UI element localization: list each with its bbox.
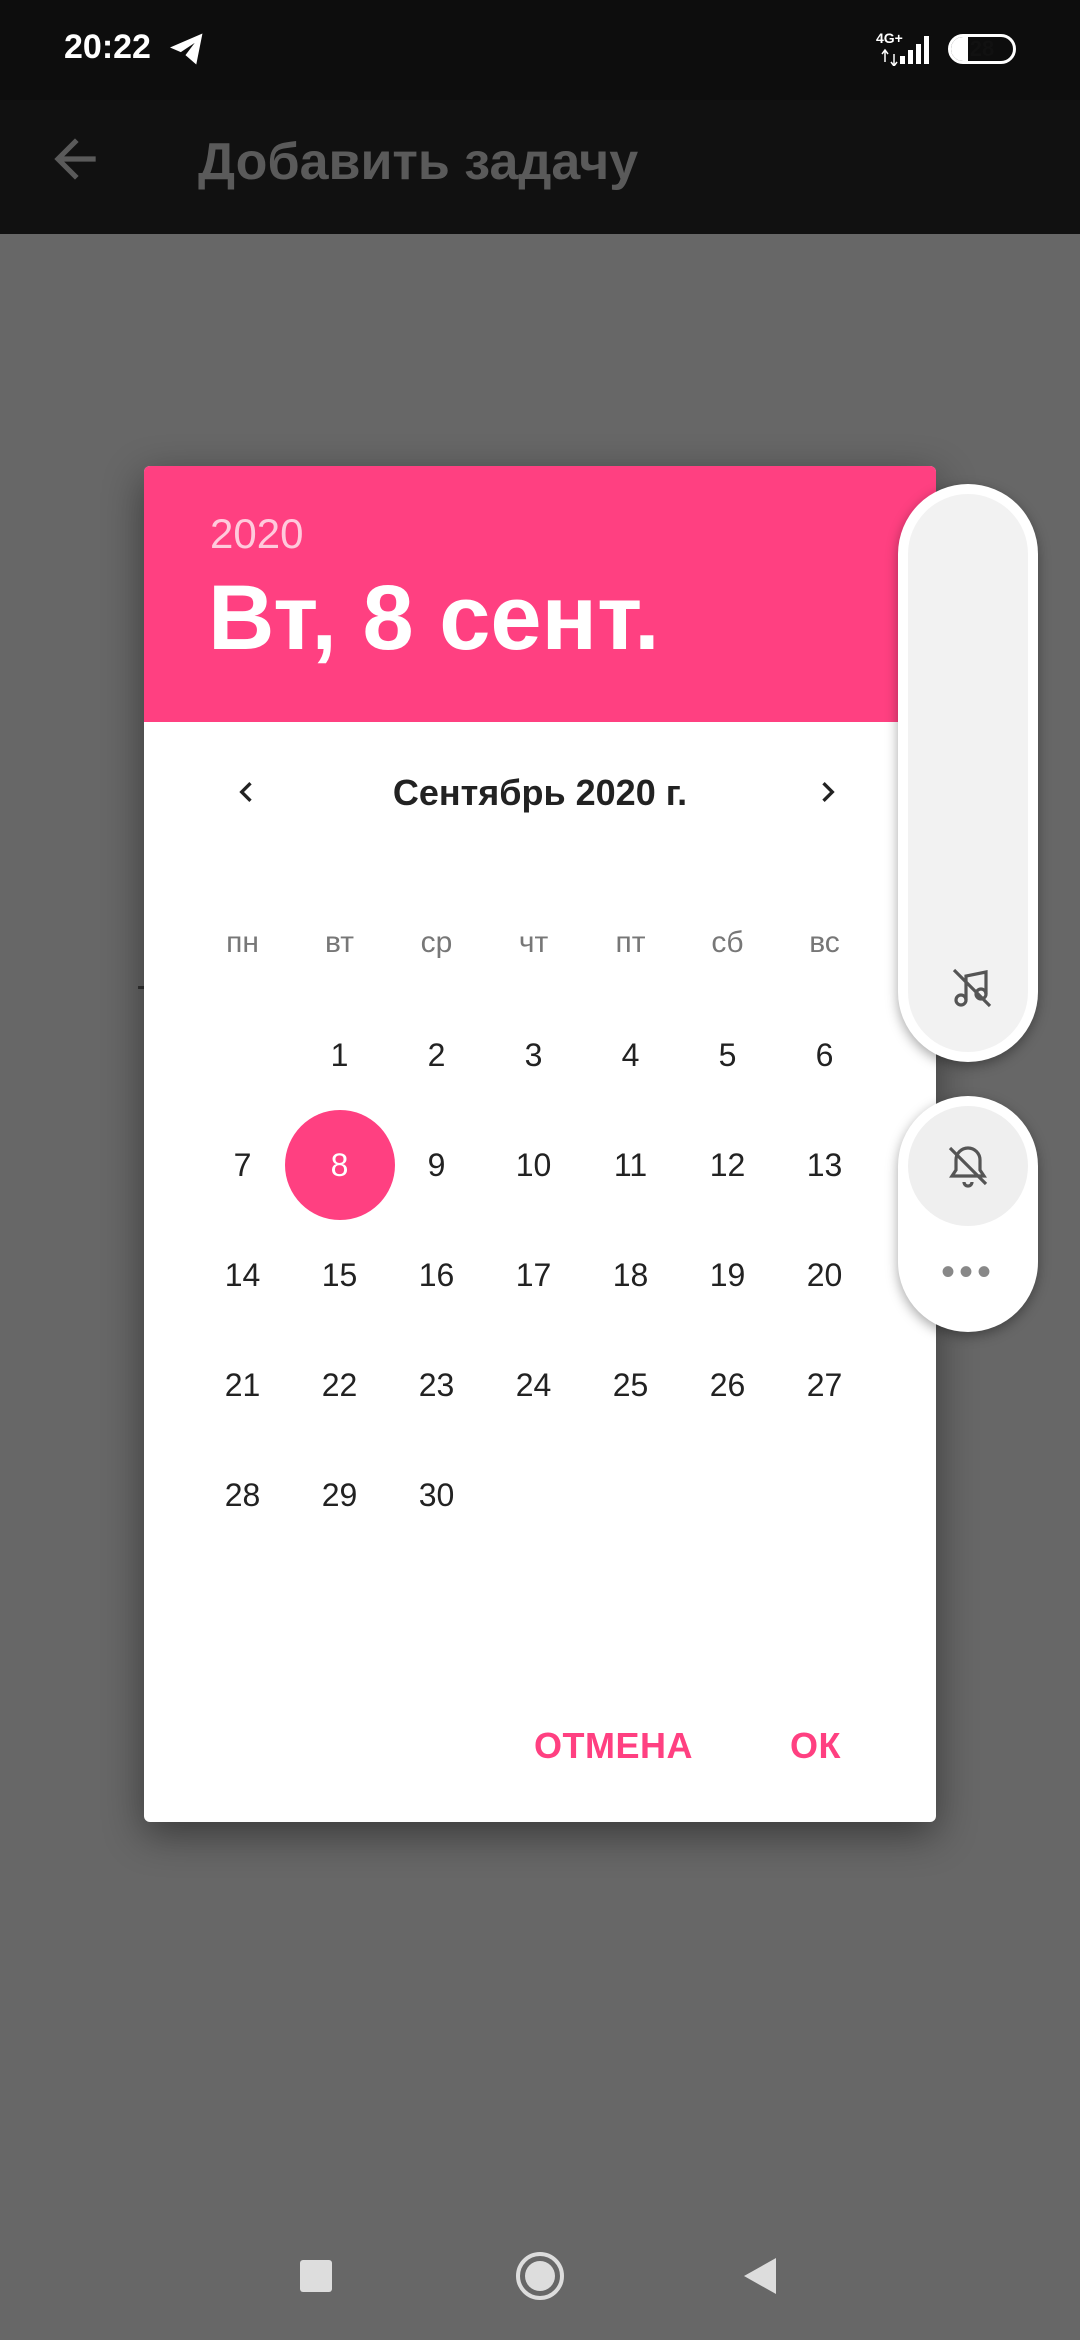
music-off-icon <box>952 968 992 1008</box>
day-cell[interactable]: 29 <box>285 1440 395 1550</box>
day-cell[interactable]: 3 <box>479 1000 589 1110</box>
day-cell[interactable]: 16 <box>382 1220 492 1330</box>
day-cell[interactable]: 22 <box>285 1330 395 1440</box>
ringer-mute-button[interactable] <box>908 1106 1028 1226</box>
media-volume-slider[interactable] <box>908 494 1028 1052</box>
header-year[interactable]: 2020 <box>210 510 303 558</box>
battery-label: 28 <box>969 36 995 61</box>
weekday-label: чт <box>518 926 549 959</box>
day-cell[interactable]: 20 <box>770 1220 880 1330</box>
day-cell[interactable]: 12 <box>673 1110 783 1220</box>
day-cell[interactable]: 13 <box>770 1110 880 1220</box>
date-picker-dialog: 2020 Вт, 8 сент. Сентябрь 2020 г. пн вт ср… <box>144 466 936 1822</box>
day-cell[interactable]: 5 <box>673 1000 783 1110</box>
day-cell[interactable]: 6 <box>770 1000 880 1110</box>
cancel-button[interactable]: ОТМЕНА <box>534 1706 693 1786</box>
day-cell[interactable]: 14 <box>188 1220 298 1330</box>
day-cell[interactable]: 25 <box>576 1330 686 1440</box>
signal-icon <box>881 36 929 66</box>
ringer-panel: ••• <box>898 1096 1038 1332</box>
nav-back-icon[interactable] <box>742 2256 778 2296</box>
day-cell[interactable]: 15 <box>285 1220 395 1330</box>
status-time: 20:22 <box>64 28 151 66</box>
status-bar: 20:22 4G+ 28 <box>0 0 1080 100</box>
day-cell[interactable]: 26 <box>673 1330 783 1440</box>
day-cell[interactable]: 19 <box>673 1220 783 1330</box>
day-cell[interactable]: 9 <box>382 1110 492 1220</box>
dialog-actions: ОТМЕНА ОК <box>144 1706 936 1786</box>
telegram-icon <box>170 33 203 65</box>
date-picker-header: 2020 Вт, 8 сент. <box>144 466 936 722</box>
day-cell[interactable]: 18 <box>576 1220 686 1330</box>
weekday-label: пт <box>615 926 646 959</box>
month-navigation: Сентябрь 2020 г. <box>144 744 936 840</box>
chevron-right-icon <box>822 782 835 802</box>
bell-off-icon <box>948 1146 988 1188</box>
weekday-label: сб <box>711 926 744 959</box>
back-arrow-icon[interactable] <box>44 128 106 190</box>
day-cell[interactable]: 24 <box>479 1330 589 1440</box>
day-cell[interactable]: 28 <box>188 1440 298 1550</box>
day-cell[interactable]: 10 <box>479 1110 589 1220</box>
weekday-label: пн <box>226 926 259 959</box>
weekday-label: ср <box>420 926 453 959</box>
system-navigation-bar <box>0 2220 1080 2340</box>
day-cell[interactable]: 1 <box>285 1000 395 1110</box>
header-selected-date[interactable]: Вт, 8 сент. <box>208 566 660 671</box>
day-cell[interactable]: 7 <box>188 1110 298 1220</box>
nav-home-icon[interactable] <box>514 2250 566 2302</box>
day-cell[interactable]: 21 <box>188 1330 298 1440</box>
day-cell[interactable]: 30 <box>382 1440 492 1550</box>
app-bar: Добавить задачу <box>0 100 1080 234</box>
day-selected[interactable]: 8 <box>284 1110 395 1220</box>
next-month-button[interactable] <box>798 762 858 822</box>
nav-recents-icon[interactable] <box>300 2260 332 2292</box>
day-cell[interactable]: 23 <box>382 1330 492 1440</box>
weekday-label: вс <box>809 926 840 959</box>
day-cell[interactable]: 2 <box>382 1000 492 1110</box>
page-title: Добавить задачу <box>198 133 639 191</box>
battery-icon: 28 <box>948 34 1016 64</box>
ok-button[interactable]: ОК <box>790 1706 841 1786</box>
more-icon[interactable]: ••• <box>898 1252 1038 1292</box>
media-volume-panel <box>898 484 1038 1062</box>
day-cell[interactable]: 17 <box>479 1220 589 1330</box>
weekday-label: вт <box>324 926 355 959</box>
day-cell[interactable]: 27 <box>770 1330 880 1440</box>
day-cell[interactable]: 11 <box>576 1110 686 1220</box>
day-cell[interactable]: 4 <box>576 1000 686 1110</box>
